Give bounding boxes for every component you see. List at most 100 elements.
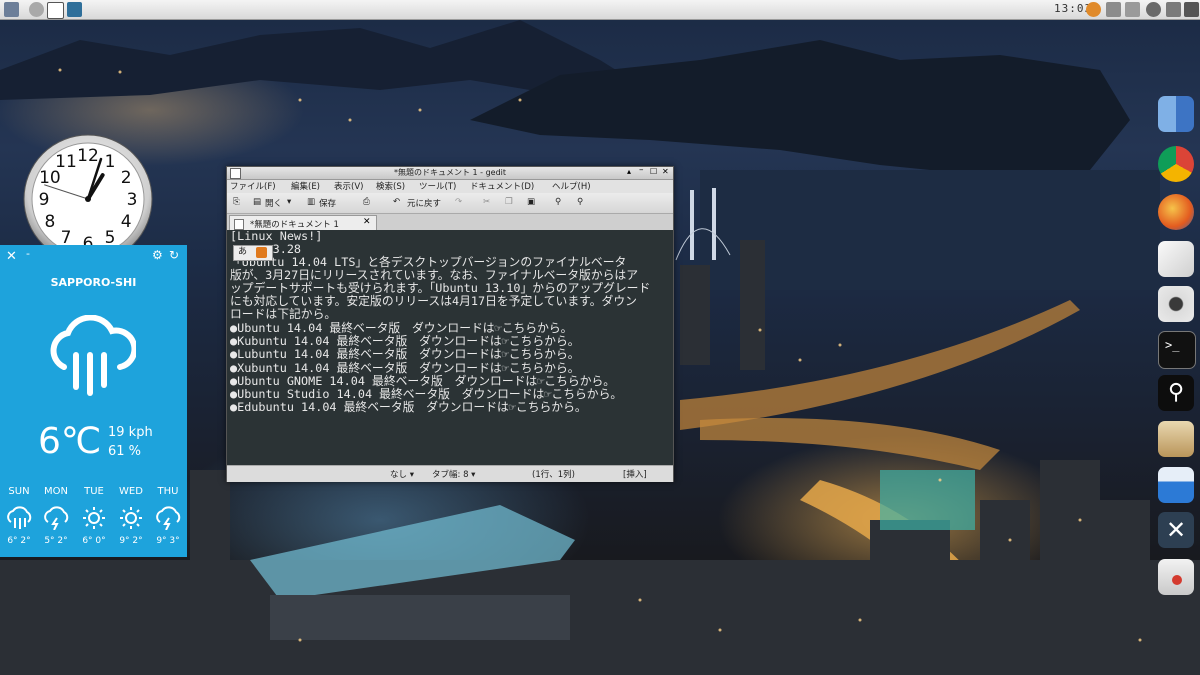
forecast-range: 5° 2° [44, 536, 68, 546]
gedit-window: *無題のドキュメント 1 - gedit ▴ – ☐ ✕ ファイル(F) 編集(… [226, 165, 674, 482]
language-selector[interactable]: なし ▾ [390, 468, 414, 480]
forecast-range: 6° 0° [82, 536, 106, 546]
menu-documents[interactable]: ドキュメント(D) [470, 180, 534, 192]
clock-numeral: 8 [44, 212, 55, 232]
insert-mode: [挿入] [623, 470, 647, 480]
save-icon[interactable]: ▥ [307, 197, 315, 207]
undo-icon[interactable]: ↶ [393, 197, 400, 207]
find-replace-icon[interactable]: ⚲ [577, 197, 583, 207]
undo-button[interactable]: 元に戻す [407, 197, 441, 209]
weather-wind: 19 kph [108, 425, 153, 440]
close-button[interactable]: ✕ [662, 167, 669, 176]
installer-badge [1172, 575, 1182, 585]
globe-icon[interactable] [29, 2, 44, 17]
document-icon [234, 219, 244, 230]
rain-cloud-icon [50, 315, 136, 396]
tab-document-1[interactable]: *無題のドキュメント 1 ✕ [229, 215, 377, 230]
gear-icon[interactable]: ⚙ [152, 248, 163, 262]
cut-icon[interactable]: ✂ [483, 197, 490, 207]
chrome-icon[interactable] [1158, 146, 1194, 182]
open-button[interactable]: 開く [265, 197, 282, 209]
redo-icon[interactable]: ↷ [455, 197, 462, 207]
editor-line: ●Edubuntu 14.04 最終ベータ版 ダウンロードは☞こちらから。 [230, 400, 587, 414]
maximize-up-icon[interactable]: ▴ [627, 167, 631, 176]
forecast-day: WED [119, 486, 143, 497]
menu-edit[interactable]: 編集(E) [291, 180, 320, 192]
menu-file[interactable]: ファイル(F) [230, 180, 276, 192]
clock-numeral: 9 [39, 190, 50, 210]
sun-icon [120, 507, 142, 529]
open-dropdown-icon[interactable]: ▾ [287, 197, 291, 207]
text-editor-icon[interactable] [1158, 241, 1194, 277]
terminal-prompt-glyph: >_ [1165, 338, 1180, 352]
status-bar: なし ▾ タブ幅: 8 ▾ (1行、1列) [挿入] [227, 465, 673, 482]
paste-icon[interactable]: ▣ [527, 197, 535, 207]
menu-search[interactable]: 検索(S) [376, 180, 405, 192]
ime-mode: あ [238, 247, 248, 257]
editor-line: ロードは下記から。 [230, 307, 337, 321]
clock-numeral: 1 [105, 152, 116, 172]
minimize-icon[interactable]: - [26, 247, 30, 260]
top-panel: 13:03 [0, 0, 1200, 20]
forecast-range: 9° 3° [156, 536, 180, 546]
wrench-icon [256, 247, 267, 258]
clock-numeral: 12 [77, 146, 99, 166]
power-icon[interactable] [1146, 2, 1161, 17]
find-icon[interactable]: ⚲ [555, 197, 561, 207]
refresh-icon[interactable]: ↻ [169, 248, 179, 262]
minimize-button[interactable]: – [639, 165, 644, 175]
cursor-position: (1行、1列) [532, 470, 575, 480]
new-document-icon[interactable]: ⎘ [233, 197, 240, 207]
open-icon[interactable]: ▤ [253, 197, 261, 207]
tab-close-icon[interactable]: ✕ [363, 217, 371, 227]
storm-icon [44, 506, 69, 530]
system-icon[interactable] [67, 2, 82, 17]
storm-icon [156, 506, 181, 530]
close-icon[interactable]: ✕ [6, 249, 17, 264]
forecast-range: 6° 2° [7, 536, 31, 546]
firefox-icon[interactable] [1158, 194, 1194, 230]
camera-icon[interactable] [1158, 286, 1194, 322]
installer-icon[interactable] [1158, 559, 1194, 595]
weather-city: SAPPORO-SHI [50, 276, 137, 289]
software-icon[interactable] [1158, 421, 1194, 457]
print-icon[interactable]: ⎙ [363, 197, 370, 207]
gedit-icon[interactable] [47, 2, 64, 19]
menu-bar: ファイル(F) 編集(E) 表示(V) 検索(S) ツール(T) ドキュメント(… [227, 180, 673, 193]
volume-icon[interactable] [1125, 2, 1140, 17]
rain-icon [7, 506, 32, 529]
menu-icon[interactable] [1166, 2, 1181, 17]
tab-width-selector[interactable]: タブ幅: 8 ▾ [432, 468, 475, 480]
maximize-button[interactable]: ☐ [650, 167, 657, 176]
terminal-icon[interactable]: >_ [1158, 331, 1196, 369]
clock-numeral: 3 [127, 190, 138, 210]
dock: >_ ⚲ ✕ [1152, 90, 1200, 610]
save-button[interactable]: 保存 [319, 197, 336, 209]
computer-icon[interactable] [4, 2, 19, 17]
forecast-day: MON [44, 486, 68, 497]
ime-indicator[interactable]: あ [233, 245, 273, 261]
forecast-day: TUE [84, 486, 104, 497]
network-icon[interactable] [1106, 2, 1121, 17]
text-editor[interactable]: [Linux News!] 3.28 「Ubuntu 14.04 LTS」と各デ… [227, 230, 673, 465]
clock-numeral: 2 [121, 168, 132, 188]
session-icon[interactable] [1184, 2, 1199, 17]
tab-label: *無題のドキュメント 1 [250, 220, 339, 230]
editor-line: ●Lubuntu 14.04 最終ベータ版 ダウンロードは☞こちらから。 [230, 347, 580, 361]
clock-numeral: 4 [121, 212, 132, 232]
search-icon[interactable]: ⚲ [1158, 375, 1194, 411]
finder-icon[interactable] [1158, 96, 1194, 132]
app-store-icon[interactable] [1158, 467, 1194, 503]
menu-tools[interactable]: ツール(T) [419, 180, 456, 192]
window-title: *無題のドキュメント 1 - gedit [393, 168, 507, 177]
tab-bar: *無題のドキュメント 1 ✕ [227, 214, 673, 230]
menu-view[interactable]: 表示(V) [334, 180, 363, 192]
copy-icon[interactable]: ❐ [505, 197, 513, 207]
window-titlebar[interactable]: *無題のドキュメント 1 - gedit ▴ – ☐ ✕ [227, 165, 673, 180]
menu-help[interactable]: ヘルプ(H) [552, 180, 591, 192]
toolbar: ⎘ ▤ 開く ▾ ▥ 保存 ⎙ ↶ 元に戻す ↷ ✂ ❐ ▣ ⚲ ⚲ [227, 193, 673, 214]
clock-numeral: 11 [55, 152, 77, 172]
user-icon[interactable] [1086, 2, 1101, 17]
weather-humidity: 61 % [108, 444, 142, 459]
tools-icon[interactable]: ✕ [1158, 512, 1194, 548]
